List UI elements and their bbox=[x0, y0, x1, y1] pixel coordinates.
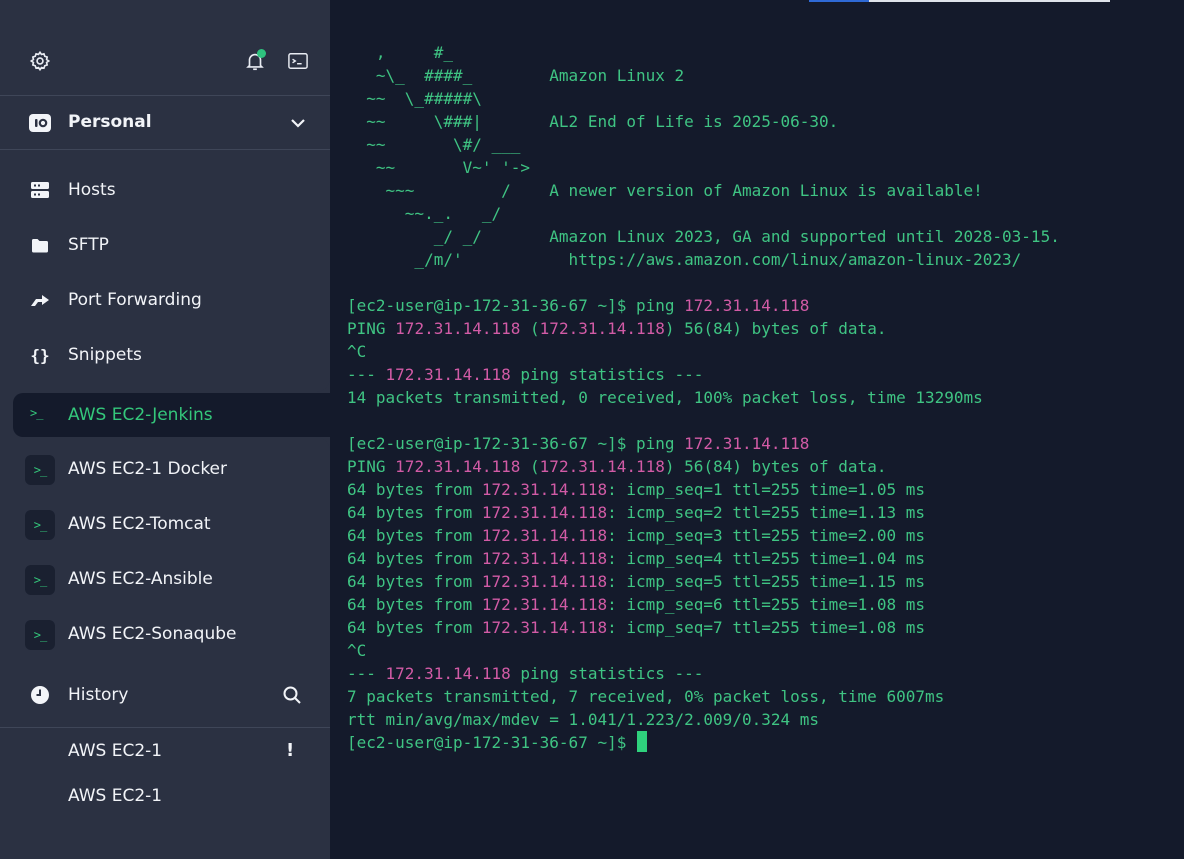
interrupt-line: ^C bbox=[347, 342, 367, 361]
folder-icon bbox=[28, 233, 52, 257]
ping-reply: 64 bytes from 172.31.14.118: icmp_seq=4 … bbox=[347, 549, 925, 568]
notifications-button[interactable] bbox=[241, 47, 269, 75]
history-item-label: AWS EC2-1 bbox=[68, 741, 163, 761]
ping-reply: 64 bytes from 172.31.14.118: icmp_seq=2 … bbox=[347, 503, 925, 522]
terminal-prompt-icon: >_ bbox=[25, 510, 55, 540]
terminal-output: , #_ ~\_ ####_ Amazon Linux 2 ~~ \_#####… bbox=[347, 41, 1060, 754]
hosts-icon bbox=[28, 178, 52, 202]
chevron-down-icon bbox=[289, 114, 307, 136]
host-item[interactable]: >_ AWS EC2-Tomcat bbox=[0, 501, 330, 549]
terminal-prompt-icon: >_ bbox=[25, 455, 55, 485]
motd-line: _/m/' https://aws.amazon.com/linux/amazo… bbox=[347, 250, 1022, 269]
terminal-icon bbox=[288, 53, 308, 69]
motd-line: ~~ \###| AL2 End of Life is 2025-06-30. bbox=[347, 112, 839, 131]
sidebar-item-hosts[interactable]: Hosts bbox=[0, 166, 330, 214]
sidebar-item-label: Snippets bbox=[68, 345, 142, 365]
history-item-label: AWS EC2-1 bbox=[68, 786, 163, 806]
settings-button[interactable] bbox=[26, 47, 54, 75]
motd-line: ~~._. _/ bbox=[347, 204, 502, 223]
interrupt-line: ^C bbox=[347, 641, 367, 660]
vault-icon bbox=[28, 111, 52, 139]
warning-icon: ! bbox=[286, 740, 295, 761]
sidebar-item-port-forwarding[interactable]: Port Forwarding bbox=[0, 276, 330, 324]
motd-line: ~~ \_#####\ bbox=[347, 89, 482, 108]
host-label: AWS EC2-Tomcat bbox=[68, 514, 211, 534]
tab-underline bbox=[869, 0, 1110, 2]
history-item[interactable]: AWS EC2-1 bbox=[0, 776, 330, 816]
host-label: AWS EC2-Sonaqube bbox=[68, 624, 237, 644]
vault-selector[interactable]: Personal bbox=[0, 96, 330, 150]
sidebar-item-label: SFTP bbox=[68, 235, 109, 255]
terminal-prompt-icon: >_ bbox=[30, 406, 43, 420]
command-line: [ec2-user@ip-172-31-36-67 ~]$ ping 172.3… bbox=[347, 296, 810, 315]
sidebar-item-snippets[interactable]: {} Snippets bbox=[0, 331, 330, 379]
host-item-active[interactable]: >_ AWS EC2-Jenkins bbox=[13, 393, 330, 437]
ping-reply: 64 bytes from 172.31.14.118: icmp_seq=6 … bbox=[347, 595, 925, 614]
terminal-pane[interactable]: , #_ ~\_ ####_ Amazon Linux 2 ~~ \_#####… bbox=[330, 0, 1184, 859]
history-item[interactable]: AWS EC2-1 ! bbox=[0, 731, 330, 771]
motd-line: ~~~ / A newer version of Amazon Linux is… bbox=[347, 181, 983, 200]
host-label: AWS EC2-1 Docker bbox=[68, 459, 228, 479]
open-terminal-button[interactable] bbox=[284, 47, 312, 75]
rtt-summary: rtt min/avg/max/mdev = 1.041/1.223/2.009… bbox=[347, 710, 820, 729]
notification-dot bbox=[257, 49, 266, 58]
stats-header: --- 172.31.14.118 ping statistics --- bbox=[347, 664, 704, 683]
search-icon[interactable] bbox=[282, 685, 302, 709]
ping-reply: 64 bytes from 172.31.14.118: icmp_seq=1 … bbox=[347, 480, 925, 499]
ping-reply: 64 bytes from 172.31.14.118: icmp_seq=7 … bbox=[347, 618, 925, 637]
sidebar-item-sftp[interactable]: SFTP bbox=[0, 221, 330, 269]
terminal-prompt-icon: >_ bbox=[25, 620, 55, 650]
host-label: AWS EC2-Ansible bbox=[68, 569, 213, 589]
host-item[interactable]: >_ AWS EC2-Ansible bbox=[0, 556, 330, 604]
gear-icon bbox=[29, 50, 51, 72]
ping-reply: 64 bytes from 172.31.14.118: icmp_seq=3 … bbox=[347, 526, 925, 545]
command-line: [ec2-user@ip-172-31-36-67 ~]$ ping 172.3… bbox=[347, 434, 810, 453]
terminal-prompt-icon: >_ bbox=[25, 565, 55, 595]
motd-line: ~\_ ####_ Amazon Linux 2 bbox=[347, 66, 685, 85]
stats-summary: 14 packets transmitted, 0 received, 100%… bbox=[347, 388, 983, 407]
history-header[interactable]: History bbox=[0, 672, 330, 728]
vault-label: Personal bbox=[68, 112, 152, 132]
tab-indicator bbox=[809, 0, 869, 2]
current-prompt[interactable]: [ec2-user@ip-172-31-36-67 ~]$ bbox=[347, 731, 1060, 754]
sidebar-item-label: Port Forwarding bbox=[68, 290, 202, 310]
sidebar-toolbar bbox=[0, 0, 330, 96]
terminal-cursor bbox=[636, 731, 647, 752]
ping-reply: 64 bytes from 172.31.14.118: icmp_seq=5 … bbox=[347, 572, 925, 591]
host-item[interactable]: >_ AWS EC2-Sonaqube bbox=[0, 611, 330, 659]
ping-header: PING 172.31.14.118 (172.31.14.118) 56(84… bbox=[347, 319, 887, 338]
app-window: Personal Hosts SFTP Port Forwarding {} S… bbox=[0, 0, 1184, 859]
host-item[interactable]: >_ AWS EC2-1 Docker bbox=[0, 446, 330, 494]
motd-line: ~~ V~' '-> bbox=[347, 158, 531, 177]
port-forwarding-icon bbox=[28, 288, 52, 312]
stats-summary: 7 packets transmitted, 7 received, 0% pa… bbox=[347, 687, 945, 706]
host-label: AWS EC2-Jenkins bbox=[68, 405, 213, 425]
motd-line: _/ _/ Amazon Linux 2023, GA and supporte… bbox=[347, 227, 1060, 246]
braces-icon: {} bbox=[30, 345, 50, 365]
clock-icon bbox=[30, 685, 50, 709]
history-label: History bbox=[68, 685, 129, 705]
sidebar: Personal Hosts SFTP Port Forwarding {} S… bbox=[0, 0, 330, 859]
motd-line: , #_ bbox=[347, 43, 453, 62]
motd-line: ~~ \#/ ___ bbox=[347, 135, 521, 154]
stats-header: --- 172.31.14.118 ping statistics --- bbox=[347, 365, 704, 384]
sidebar-item-label: Hosts bbox=[68, 180, 116, 200]
ping-header: PING 172.31.14.118 (172.31.14.118) 56(84… bbox=[347, 457, 887, 476]
